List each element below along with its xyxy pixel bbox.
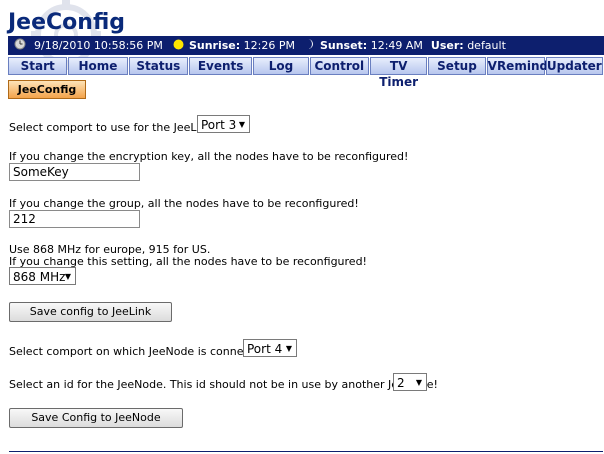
tab-log[interactable]: Log <box>253 57 309 75</box>
subtab-jeeconfig[interactable]: JeeConfig <box>8 80 86 99</box>
save-jeelink-button[interactable]: Save config to JeeLink <box>9 302 172 322</box>
encryption-key-input[interactable]: SomeKey <box>9 163 140 181</box>
key-hint: If you change the encryption key, all th… <box>9 150 409 163</box>
comport-label: Select comport to use for the JeeLink: <box>9 121 217 134</box>
chevron-down-icon: ▼ <box>285 344 292 353</box>
sunset-value: 12:49 AM <box>370 39 423 52</box>
tab-status[interactable]: Status <box>128 57 188 75</box>
main-nav: Start Home Status Events Log Control TV … <box>8 57 604 89</box>
chevron-down-icon: ▼ <box>64 272 71 281</box>
frequency-select[interactable]: 868 MHz ▼ <box>9 267 76 285</box>
user-value: default <box>467 39 506 52</box>
save-jeenode-button[interactable]: Save Config to JeeNode <box>9 408 183 428</box>
tab-updater[interactable]: Updater <box>545 57 603 75</box>
sunset-label: Sunset: <box>319 39 368 52</box>
sunrise-label: Sunrise: <box>188 39 241 52</box>
sunset-info: Sunset: 12:49 AM <box>320 39 423 52</box>
tab-setup[interactable]: Setup <box>428 57 486 75</box>
group-hint: If you change the group, all the nodes h… <box>9 197 359 210</box>
tab-vremind[interactable]: VRemind <box>486 57 548 75</box>
sun-icon <box>173 39 184 53</box>
status-datetime: 9/18/2010 10:58:56 PM <box>34 39 163 52</box>
comport-value: Port 3 <box>201 118 237 132</box>
tab-tv-timer[interactable]: TV Timer <box>369 57 428 89</box>
node-port-value: Port 4 <box>247 342 283 356</box>
group-input[interactable]: 212 <box>9 210 140 228</box>
user-info: User: default <box>431 39 506 52</box>
node-port-label: Select comport on which JeeNode is conne… <box>9 345 272 358</box>
node-id-select[interactable]: 2 ▼ <box>393 373 427 391</box>
sunrise-info: Sunrise: 12:26 PM <box>189 39 295 52</box>
tab-control[interactable]: Control <box>309 57 369 75</box>
tab-events[interactable]: Events <box>188 57 253 75</box>
moon-icon <box>305 38 315 53</box>
chevron-down-icon: ▼ <box>238 120 245 129</box>
node-port-select[interactable]: Port 4 ▼ <box>243 339 297 357</box>
user-label: User: <box>430 39 464 52</box>
comport-select[interactable]: Port 3 ▼ <box>197 115 250 133</box>
node-id-value: 2 <box>397 376 405 390</box>
tab-home[interactable]: Home <box>68 57 128 75</box>
app-title: JeeConfig <box>8 10 126 35</box>
footer-divider <box>9 451 603 452</box>
status-bar: 9/18/2010 10:58:56 PM Sunrise: 12:26 PM … <box>8 36 604 55</box>
chevron-down-icon: ▼ <box>415 378 422 387</box>
node-id-label: Select an id for the JeeNode. This id sh… <box>9 378 438 391</box>
clock-icon <box>14 38 26 53</box>
frequency-value: 868 MHz <box>13 270 66 284</box>
sunrise-value: 12:26 PM <box>243 39 295 52</box>
tab-start[interactable]: Start <box>8 57 68 75</box>
